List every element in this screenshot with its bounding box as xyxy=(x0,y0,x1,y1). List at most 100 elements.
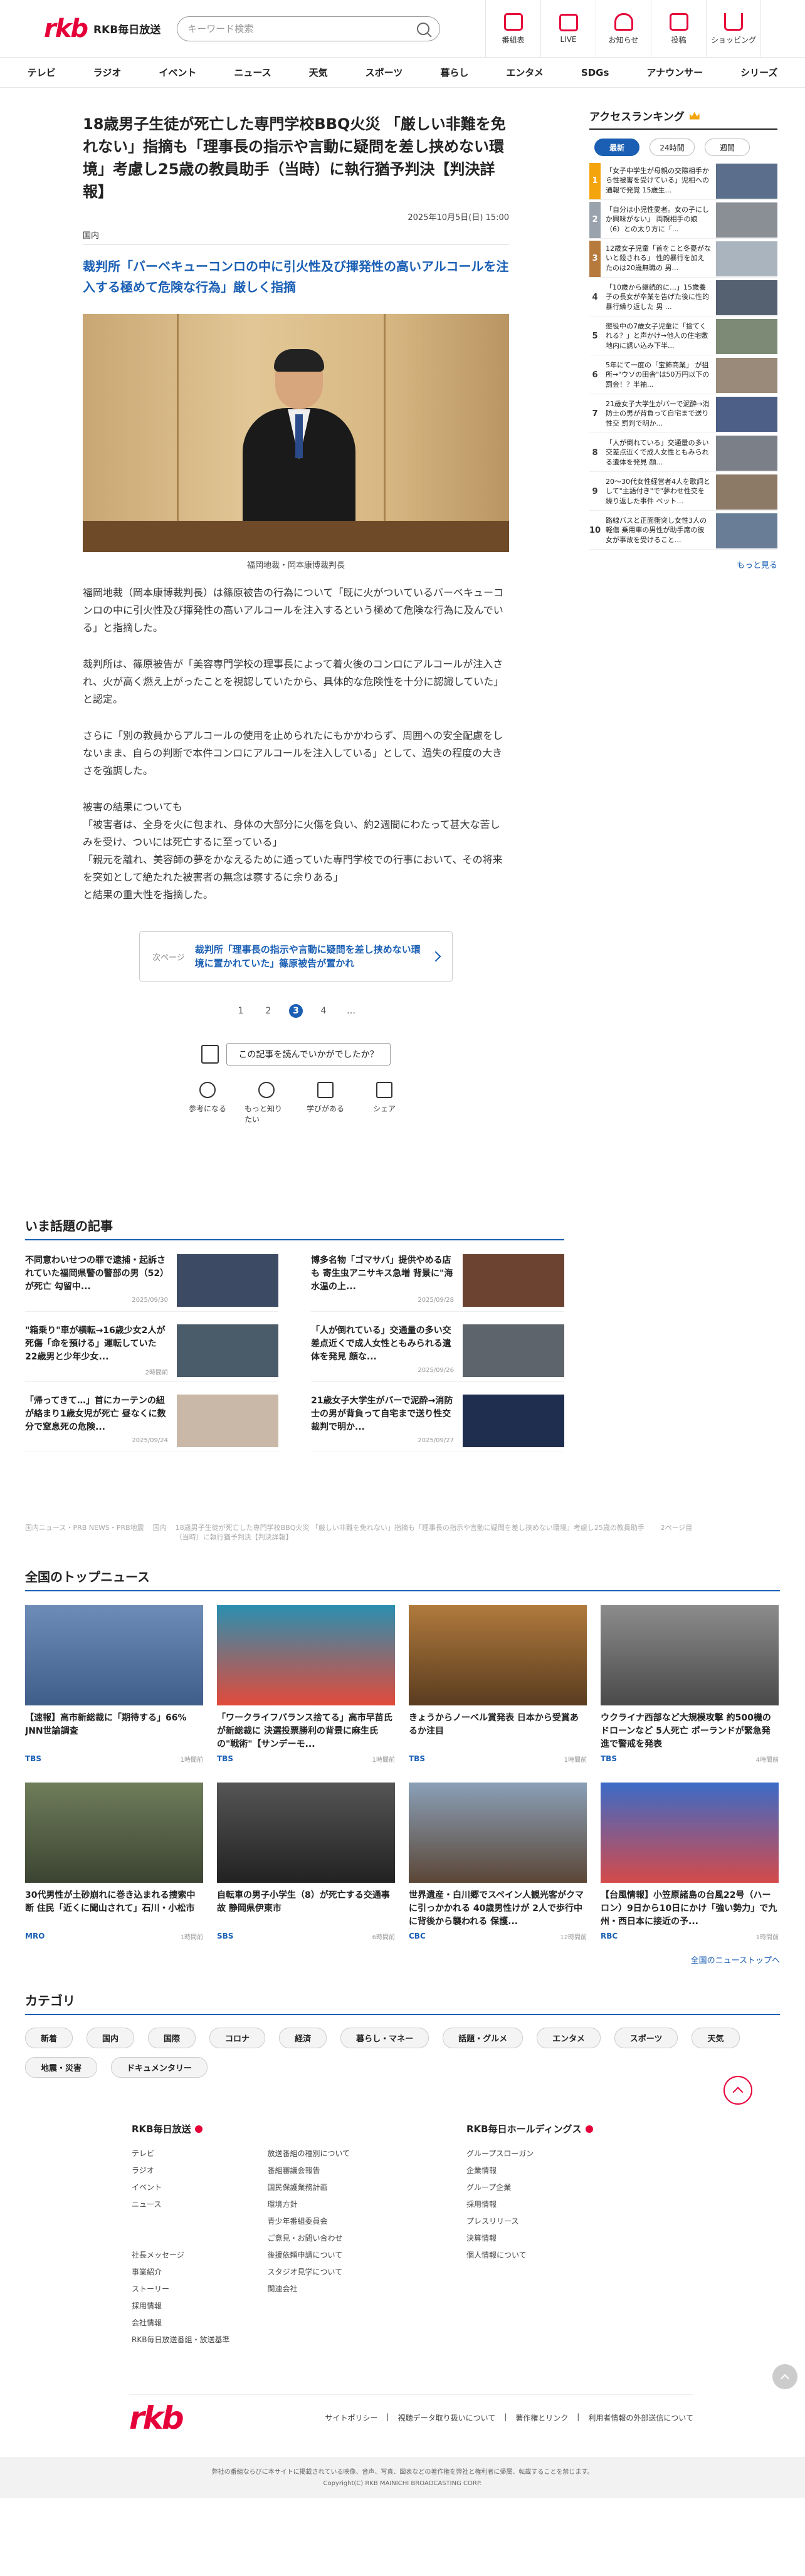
footer-bottom-link[interactable]: 視聴データ取り扱いについて xyxy=(398,2412,496,2423)
footer-link[interactable]: 放送番組の種別について xyxy=(267,2145,350,2162)
category-chip[interactable]: 経済 xyxy=(279,2028,327,2048)
ranking-item[interactable]: 1 「女子中学生が母親の交際相手から性被害を受けている」児相への通報で発覚 15… xyxy=(589,162,777,200)
tab-latest[interactable]: 最新 xyxy=(594,139,639,156)
tab-weekly[interactable]: 週間 xyxy=(705,139,750,156)
page-link[interactable]: 2 xyxy=(261,1004,275,1018)
nav-item-entame[interactable]: エンタメ xyxy=(487,66,562,79)
top-news-item[interactable]: ウクライナ西部など大規模攻撃 約500機のドローンなど 5人死亡 ポーランドが緊… xyxy=(601,1605,779,1764)
footer-link[interactable]: 個人情報について xyxy=(466,2247,534,2264)
footer-link[interactable]: 企業情報 xyxy=(466,2162,534,2179)
top-news-item[interactable]: きょうからノーベル賞発表 日本から受賞あるか注目 TBS 1時間前 xyxy=(409,1605,587,1764)
footer-link[interactable]: 社長メッセージ xyxy=(132,2247,229,2264)
ranking-item[interactable]: 8 「人が倒れている」交通量の多い交差点近くで成人女性ともみられる遺体を発見 顔… xyxy=(589,434,777,472)
header-shopping-button[interactable]: ショッピング xyxy=(706,0,761,58)
footer-logo[interactable]: rkb xyxy=(129,2400,184,2436)
category-chip[interactable]: 国内 xyxy=(87,2028,135,2048)
footer-link[interactable]: 青少年番組委員会 xyxy=(267,2213,350,2230)
footer-link[interactable]: 採用情報 xyxy=(132,2298,229,2315)
footer-heading[interactable]: RKB毎日ホールディングス xyxy=(466,2122,593,2135)
footer-link[interactable]: 後援依頼申請について xyxy=(267,2247,350,2264)
category-chip[interactable]: エンタメ xyxy=(537,2028,601,2048)
footer-link[interactable]: 採用情報 xyxy=(466,2196,534,2213)
ranking-item[interactable]: 5 懲役中の7歳女子児童に「捨てくれる？」と声かけ→他人の住宅敷地内に誘い込み下… xyxy=(589,318,777,355)
footer-link[interactable]: ラジオ xyxy=(132,2162,229,2179)
tab-24h[interactable]: 24時間 xyxy=(650,139,695,156)
category-chip[interactable]: 新着 xyxy=(25,2028,73,2048)
trending-item[interactable]: "箱乗り"車が横転→16歳少女2人が死傷「命を預ける」運転していた22歳男と少年… xyxy=(25,1324,278,1382)
footer-bottom-link[interactable]: 利用者情報の外部送信について xyxy=(588,2412,693,2423)
footer-link[interactable]: 環境方針 xyxy=(267,2196,350,2213)
footer-link[interactable]: 番組審議会報告 xyxy=(267,2162,350,2179)
footer-bottom-link[interactable]: 著作権とリンク xyxy=(515,2412,568,2423)
footer-link[interactable]: 事業紹介 xyxy=(132,2264,229,2281)
reaction-learn-button[interactable]: 学びがある xyxy=(303,1082,347,1124)
top-news-more-link[interactable]: 全国のニューストップへ xyxy=(25,1954,780,1966)
next-page-button[interactable]: 次ページ 裁判所「理事長の指示や言動に疑問を差し挟めない環境に置かれていた」篠原… xyxy=(139,931,453,982)
top-news-item[interactable]: 30代男性が土砂崩れに巻き込まれる捜索中断 住民「近くに聞山されて」石川・小松市… xyxy=(25,1783,203,1941)
footer-link[interactable]: グループ企業 xyxy=(466,2179,534,2196)
header-notice-button[interactable]: お知らせ xyxy=(596,0,651,58)
trending-item[interactable]: 不同意わいせつの罪で逮捕・起訴されていた福岡県警の警部の男（52）が死亡 勾留中… xyxy=(25,1254,278,1312)
nav-item-series[interactable]: シリーズ xyxy=(722,66,796,79)
footer-link[interactable]: 決算情報 xyxy=(466,2230,534,2247)
nav-item-sdgs[interactable]: SDGs xyxy=(562,67,628,78)
ranking-more-link[interactable]: もっと見る xyxy=(589,558,777,570)
reaction-helpful-button[interactable]: 参考になる xyxy=(186,1082,229,1124)
nav-item-announcer[interactable]: アナウンサー xyxy=(628,66,722,79)
footer-heading[interactable]: RKB毎日放送 xyxy=(132,2122,350,2135)
header-live-button[interactable]: LIVE xyxy=(540,0,596,58)
top-news-item[interactable]: 世界遺産・白川郷でスペイン人観光客がクマに引っかかれる 40歳男性けが 2人で歩… xyxy=(409,1783,587,1941)
page-link-current[interactable]: 3 xyxy=(289,1004,303,1018)
footer-link[interactable]: 会社情報 xyxy=(132,2315,229,2332)
search-icon[interactable] xyxy=(417,22,430,35)
trending-item[interactable]: 21歳女子大学生がバーで泥酔→消防士の男が背負って自宅まで送り性交 裁判で明か.… xyxy=(311,1395,564,1452)
header-post-button[interactable]: 投稿 xyxy=(651,0,706,58)
ranking-item[interactable]: 7 21歳女子大学生がバーで泥酔→消防士の男が背負って自宅まで送り性交 罰判で明… xyxy=(589,395,777,433)
page-top-button[interactable] xyxy=(772,2364,797,2389)
search-input[interactable]: キーワード検索 xyxy=(177,16,441,41)
category-chip[interactable]: 暮らし・マネー xyxy=(340,2028,429,2048)
category-chip[interactable]: 天気 xyxy=(692,2028,740,2048)
footer-link[interactable]: RKB毎日放送番組・放送基準 xyxy=(132,2332,229,2348)
top-news-item[interactable]: 自転車の男子小学生（8）が死亡する交通事故 静岡県伊東市 SBS 6時間前 xyxy=(217,1783,395,1941)
breadcrumb-item[interactable]: 国内ニュース・PRB NEWS・PRB地震 xyxy=(25,1523,144,1542)
share-button[interactable]: シェア xyxy=(362,1082,406,1124)
footer-link[interactable]: 関連会社 xyxy=(267,2281,350,2298)
nav-item-tv[interactable]: テレビ xyxy=(9,66,75,79)
category-chip[interactable]: スポーツ xyxy=(614,2028,678,2048)
nav-item-sports[interactable]: スポーツ xyxy=(347,66,422,79)
scroll-top-button[interactable] xyxy=(723,2076,752,2105)
footer-link[interactable]: テレビ xyxy=(132,2145,229,2162)
category-chip[interactable]: コロナ xyxy=(209,2028,266,2048)
footer-link[interactable]: ご意見・お問い合わせ xyxy=(267,2230,350,2247)
trending-item[interactable]: 「人が倒れている」交通量の多い交差点近くで成人女性ともみられる遺体を発見 顔な.… xyxy=(311,1324,564,1382)
ranking-item[interactable]: 3 12歳女子児童「首をこと冬憂がないと殺される」 性的暴行を加えたのは20歳無… xyxy=(589,240,777,278)
footer-link[interactable]: イベント xyxy=(132,2179,229,2196)
trending-item[interactable]: 「帰ってきて…」首にカーテンの紐が絡まり1歳女児が死亡 昼なくに数分で窒息死の危… xyxy=(25,1395,278,1452)
ranking-item[interactable]: 9 20〜30代女性経営者4人を歌詞として"主語付き"で"夢わせ性交を繰り返した… xyxy=(589,473,777,511)
footer-link[interactable]: グループスローガン xyxy=(466,2145,534,2162)
page-link[interactable]: 1 xyxy=(234,1004,248,1018)
nav-item-radio[interactable]: ラジオ xyxy=(75,66,140,79)
top-news-item[interactable]: 【速報】高市新総裁に「期待する」66% JNN世論調査 TBS 1時間前 xyxy=(25,1605,203,1764)
footer-link[interactable]: スタジオ見学について xyxy=(267,2264,350,2281)
category-chip[interactable]: 国際 xyxy=(148,2028,196,2048)
footer-link[interactable]: ストーリー xyxy=(132,2281,229,2298)
footer-link[interactable]: プレスリリース xyxy=(466,2213,534,2230)
trending-item[interactable]: 博多名物「ゴマサバ」提供やめる店も 寄生虫アニサキス急増 背景に"海水温の上..… xyxy=(311,1254,564,1312)
nav-item-weather[interactable]: 天気 xyxy=(290,66,347,79)
ranking-item[interactable]: 4 「10歳から継続的に…」15歳養子の長女が卒業を告げた後に性的暴行繰り返した… xyxy=(589,279,777,317)
breadcrumb-item[interactable]: 国内 xyxy=(153,1523,167,1542)
nav-item-life[interactable]: 暮らし xyxy=(421,66,487,79)
header-tv-guide-button[interactable]: 番組表 xyxy=(485,0,540,58)
nav-item-event[interactable]: イベント xyxy=(140,66,215,79)
page-link[interactable]: 4 xyxy=(317,1004,330,1018)
category-chip[interactable]: 地震・災害 xyxy=(25,2057,98,2078)
top-news-item[interactable]: 【台風情報】小笠原諸島の台風22号（ハーロン）9日から10日にかけ「強い勢力」で… xyxy=(601,1783,779,1941)
category-chip[interactable]: ドキュメンタリー xyxy=(111,2057,208,2078)
footer-link[interactable]: 国民保護業務計画 xyxy=(267,2179,350,2196)
ranking-item[interactable]: 10 路線バスと正面衝突し女性3人の軽傷 乗用車の男性が助手席の彼女が事故を受け… xyxy=(589,512,777,550)
ranking-item[interactable]: 2 「自分は小児性愛者。女の子にしか興味がない」 両親相手の娘（6）との太り方に… xyxy=(589,201,777,239)
category-chip[interactable]: 話題・グルメ xyxy=(443,2028,524,2048)
nav-item-news[interactable]: ニュース xyxy=(215,66,290,79)
